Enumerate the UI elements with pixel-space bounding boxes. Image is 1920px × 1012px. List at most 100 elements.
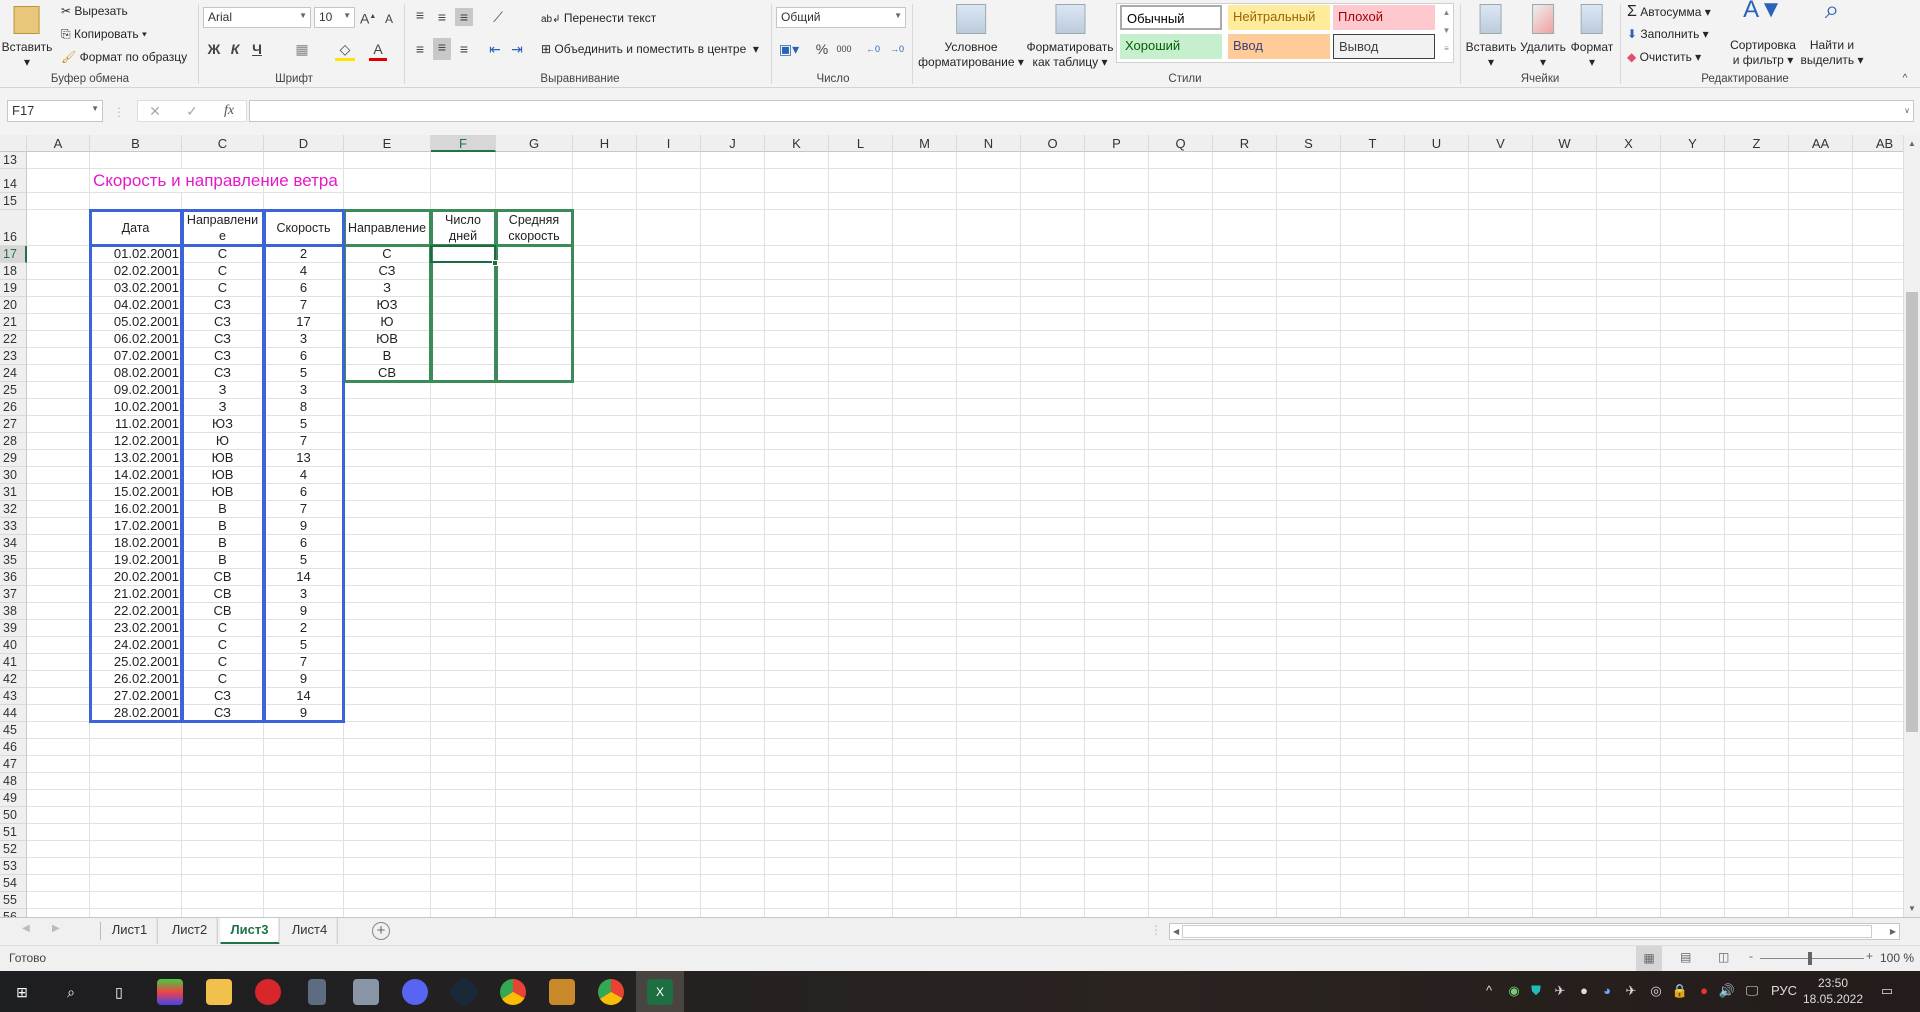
cell-AB37[interactable] <box>1853 586 1903 603</box>
cell-O38[interactable] <box>1021 603 1085 620</box>
cell-V43[interactable] <box>1469 688 1533 705</box>
cell-M26[interactable] <box>893 399 957 416</box>
cell-N25[interactable] <box>957 382 1021 399</box>
cell-L53[interactable] <box>829 858 893 875</box>
cell-U35[interactable] <box>1405 552 1469 569</box>
cell-X32[interactable] <box>1597 501 1661 518</box>
sheet-tab-1[interactable]: Лист1 <box>102 918 159 944</box>
cell-D26[interactable]: 8 <box>264 399 344 416</box>
cell-O23[interactable] <box>1021 348 1085 365</box>
cell-W21[interactable] <box>1533 314 1597 331</box>
cell-C22[interactable]: СЗ <box>182 331 264 348</box>
cell-O18[interactable] <box>1021 263 1085 280</box>
cell-K28[interactable] <box>765 433 829 450</box>
cell-W48[interactable] <box>1533 773 1597 790</box>
cell-I54[interactable] <box>637 875 701 892</box>
cell-T17[interactable] <box>1341 246 1405 263</box>
italic-button[interactable]: К <box>227 40 243 58</box>
cell-Y42[interactable] <box>1661 671 1725 688</box>
cell-R30[interactable] <box>1213 467 1277 484</box>
cell-S52[interactable] <box>1277 841 1341 858</box>
cell-U27[interactable] <box>1405 416 1469 433</box>
cell-D20[interactable]: 7 <box>264 297 344 314</box>
cell-F38[interactable] <box>431 603 496 620</box>
cell-X13[interactable] <box>1597 152 1661 169</box>
cell-AB20[interactable] <box>1853 297 1903 314</box>
cell-A32[interactable] <box>27 501 90 518</box>
cell-J14[interactable] <box>701 169 765 193</box>
insert-cells-button[interactable]: Вставить ▾ <box>1466 4 1516 70</box>
font-size-select[interactable]: 10 ▼ <box>314 7 355 28</box>
cell-L43[interactable] <box>829 688 893 705</box>
cell-C38[interactable]: СВ <box>182 603 264 620</box>
cell-E38[interactable] <box>344 603 431 620</box>
cell-Q15[interactable] <box>1149 193 1213 210</box>
cell-O56[interactable] <box>1021 909 1085 917</box>
cell-M32[interactable] <box>893 501 957 518</box>
cell-P36[interactable] <box>1085 569 1149 586</box>
cell-W41[interactable] <box>1533 654 1597 671</box>
cell-M33[interactable] <box>893 518 957 535</box>
cell-I24[interactable] <box>637 365 701 382</box>
cell-V48[interactable] <box>1469 773 1533 790</box>
cell-F48[interactable] <box>431 773 496 790</box>
cell-Q49[interactable] <box>1149 790 1213 807</box>
cell-O42[interactable] <box>1021 671 1085 688</box>
cell-AB39[interactable] <box>1853 620 1903 637</box>
cell-K48[interactable] <box>765 773 829 790</box>
cell-Z23[interactable] <box>1725 348 1789 365</box>
cell-V27[interactable] <box>1469 416 1533 433</box>
cell-AA24[interactable] <box>1789 365 1853 382</box>
cell-K53[interactable] <box>765 858 829 875</box>
cell-AA35[interactable] <box>1789 552 1853 569</box>
cell-C30[interactable]: ЮВ <box>182 467 264 484</box>
cell-W16[interactable] <box>1533 210 1597 246</box>
cell-D39[interactable]: 2 <box>264 620 344 637</box>
cell-E39[interactable] <box>344 620 431 637</box>
cell-J52[interactable] <box>701 841 765 858</box>
cell-V53[interactable] <box>1469 858 1533 875</box>
cell-A29[interactable] <box>27 450 90 467</box>
cell-AA42[interactable] <box>1789 671 1853 688</box>
cell-B37[interactable]: 21.02.2001 <box>90 586 182 603</box>
cell-C54[interactable] <box>182 875 264 892</box>
cell-O37[interactable] <box>1021 586 1085 603</box>
column-header-I[interactable]: I <box>637 135 701 152</box>
cell-Z31[interactable] <box>1725 484 1789 501</box>
cell-I47[interactable] <box>637 756 701 773</box>
formula-input[interactable]: ∨ <box>249 100 1914 122</box>
cell-N40[interactable] <box>957 637 1021 654</box>
cell-G42[interactable] <box>496 671 573 688</box>
cell-E41[interactable] <box>344 654 431 671</box>
cell-AA54[interactable] <box>1789 875 1853 892</box>
cell-Y51[interactable] <box>1661 824 1725 841</box>
cell-D40[interactable]: 5 <box>264 637 344 654</box>
cell-A35[interactable] <box>27 552 90 569</box>
cell-O36[interactable] <box>1021 569 1085 586</box>
cell-Z17[interactable] <box>1725 246 1789 263</box>
cell-Q14[interactable] <box>1149 169 1213 193</box>
cell-H19[interactable] <box>573 280 637 297</box>
cell-V44[interactable] <box>1469 705 1533 722</box>
cell-B29[interactable]: 13.02.2001 <box>90 450 182 467</box>
cell-A49[interactable] <box>27 790 90 807</box>
cell-E43[interactable] <box>344 688 431 705</box>
cell-X55[interactable] <box>1597 892 1661 909</box>
cell-H51[interactable] <box>573 824 637 841</box>
cell-K37[interactable] <box>765 586 829 603</box>
cell-Q22[interactable] <box>1149 331 1213 348</box>
cell-S23[interactable] <box>1277 348 1341 365</box>
cell-AB43[interactable] <box>1853 688 1903 705</box>
cell-W22[interactable] <box>1533 331 1597 348</box>
cell-I27[interactable] <box>637 416 701 433</box>
cell-G45[interactable] <box>496 722 573 739</box>
cell-AA30[interactable] <box>1789 467 1853 484</box>
tray-expand-icon[interactable]: ^ <box>1486 983 1492 998</box>
cell-K45[interactable] <box>765 722 829 739</box>
cell-R45[interactable] <box>1213 722 1277 739</box>
cell-M13[interactable] <box>893 152 957 169</box>
cell-AB34[interactable] <box>1853 535 1903 552</box>
cell-M52[interactable] <box>893 841 957 858</box>
cell-Y13[interactable] <box>1661 152 1725 169</box>
cell-O40[interactable] <box>1021 637 1085 654</box>
